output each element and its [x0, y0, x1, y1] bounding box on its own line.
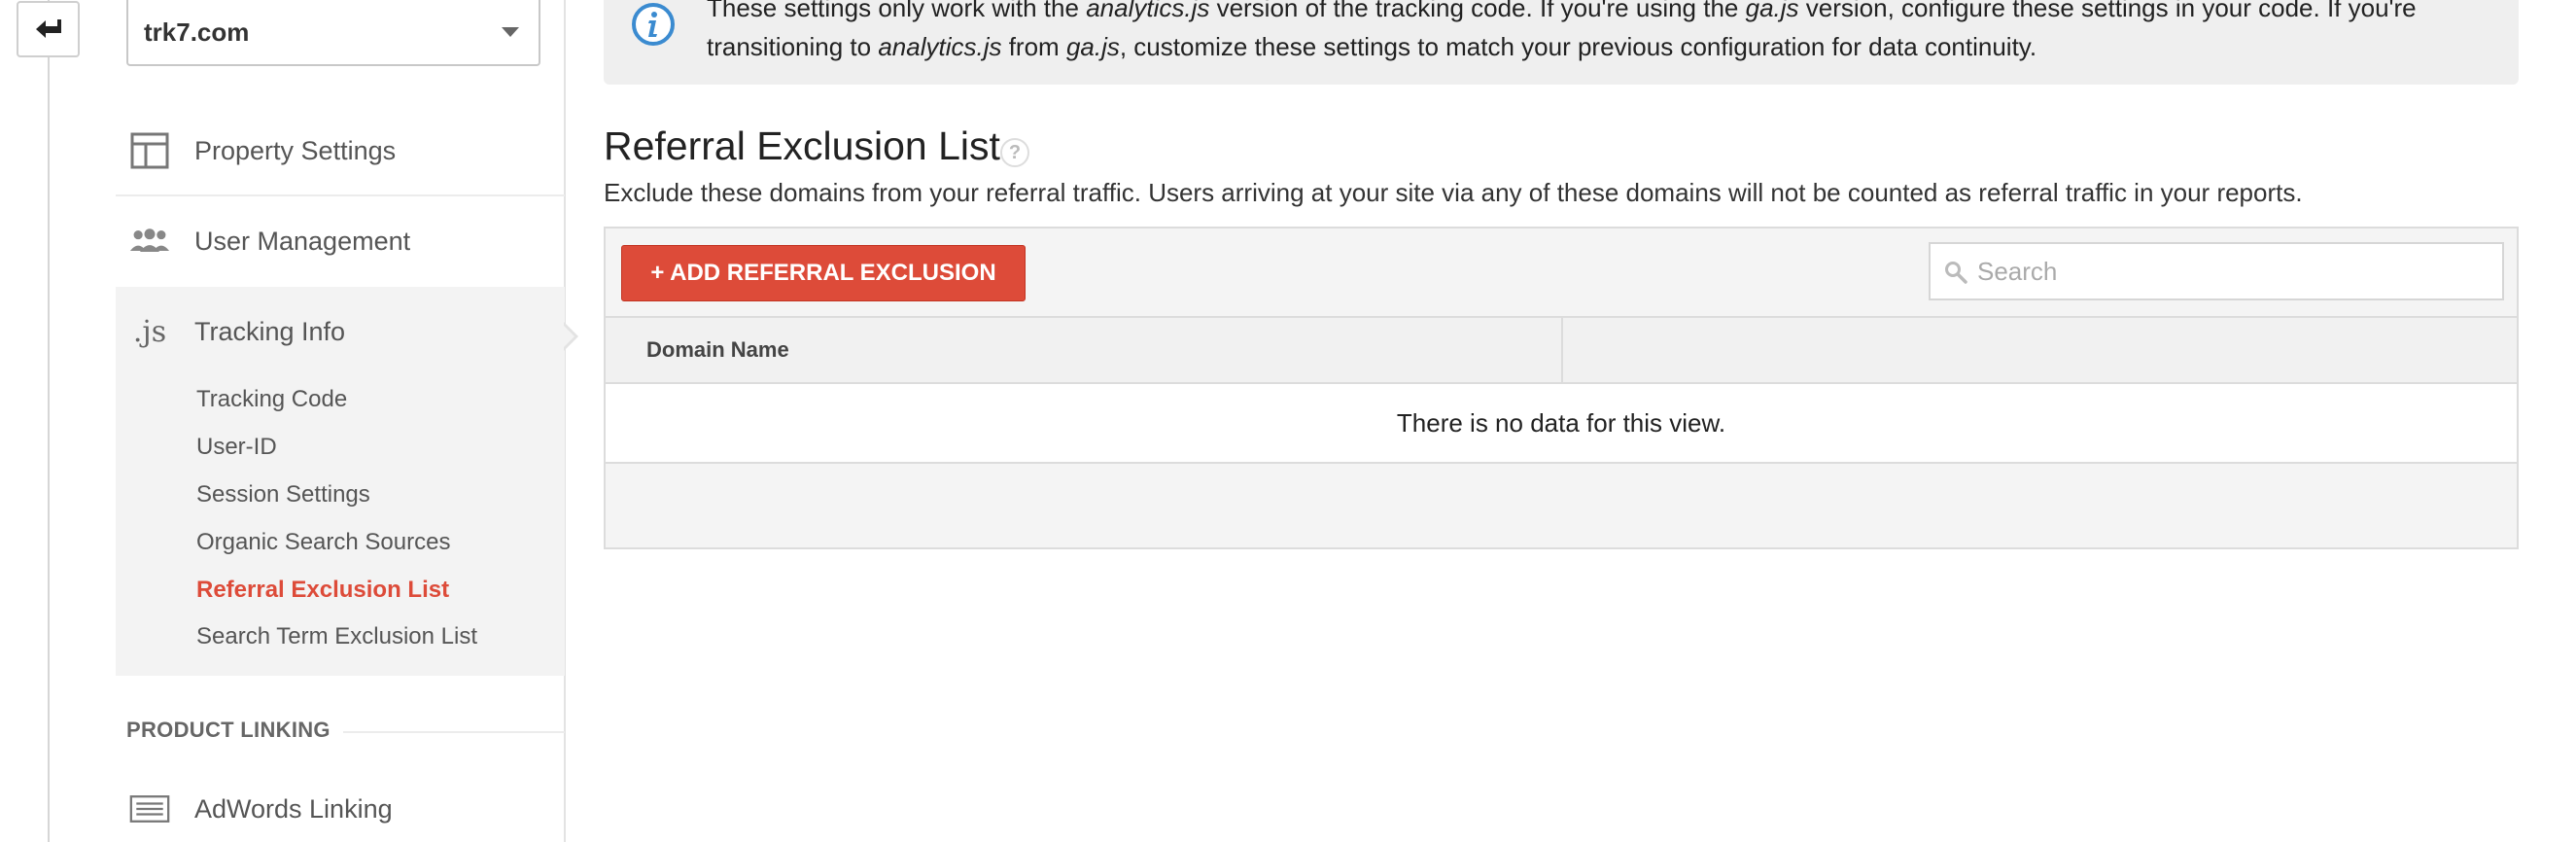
sidebar-item-user-management[interactable]: User Management: [116, 196, 565, 286]
divider: [343, 731, 565, 733]
left-rail: [48, 0, 50, 842]
back-button[interactable]: [17, 1, 80, 57]
back-arrow-icon: [35, 19, 61, 38]
tracking-info-section: .js Tracking Info Tracking Code User-ID …: [116, 287, 565, 676]
sidebar-item-adwords-linking[interactable]: AdWords Linking: [116, 764, 565, 842]
page-description: Exclude these domains from your referral…: [604, 178, 2303, 207]
sidebar-subitem-tracking-code[interactable]: Tracking Code: [196, 386, 347, 413]
section-label-product-linking: PRODUCT LINKING: [126, 718, 331, 742]
sidebar-subitem-session-settings[interactable]: Session Settings: [196, 481, 370, 509]
sidebar-item-label: AdWords Linking: [194, 793, 393, 824]
property-settings-icon: [129, 130, 170, 171]
sidebar-item-label: Property Settings: [194, 135, 397, 165]
empty-state-message: There is no data for this view.: [606, 384, 2517, 464]
sidebar-subitem-referral-exclusion-list[interactable]: Referral Exclusion List: [196, 577, 449, 604]
admin-sidebar: Property Settings User Management .js Tr…: [116, 0, 565, 842]
sidebar-item-label: User Management: [194, 226, 411, 256]
referral-exclusion-table: + ADD REFERRAL EXCLUSION Domain Name The…: [604, 227, 2519, 549]
sidebar-item-label: Tracking Info: [194, 316, 346, 346]
users-icon: [129, 221, 170, 262]
active-section-pointer: [562, 322, 578, 351]
sidebar-subitem-user-id[interactable]: User-ID: [196, 434, 277, 461]
sidebar-subitem-search-term-exclusion-list[interactable]: Search Term Exclusion List: [196, 623, 477, 650]
sidebar-item-tracking-info[interactable]: .js Tracking Info: [116, 287, 565, 376]
info-banner: These settings only work with the analyt…: [604, 0, 2519, 85]
info-icon: [632, 3, 675, 46]
column-divider: [1561, 318, 1563, 382]
page-title: Referral Exclusion List: [604, 123, 1000, 168]
column-header-domain-name[interactable]: Domain Name: [646, 318, 789, 382]
info-banner-text: These settings only work with the analyt…: [707, 0, 2417, 61]
help-icon[interactable]: ?: [1000, 138, 1029, 167]
table-toolbar: + ADD REFERRAL EXCLUSION: [606, 228, 2517, 316]
add-referral-exclusion-button[interactable]: + ADD REFERRAL EXCLUSION: [621, 245, 1026, 301]
table-footer: [606, 464, 2517, 547]
sidebar-subitem-organic-search-sources[interactable]: Organic Search Sources: [196, 529, 450, 556]
search-input[interactable]: [1977, 244, 2492, 298]
search-field[interactable]: [1929, 242, 2504, 300]
search-icon: [1945, 262, 1967, 284]
table-header: Domain Name: [606, 316, 2517, 384]
js-icon: .js: [132, 314, 167, 349]
sidebar-item-property-settings[interactable]: Property Settings: [116, 106, 565, 195]
adwords-icon: [129, 789, 170, 829]
